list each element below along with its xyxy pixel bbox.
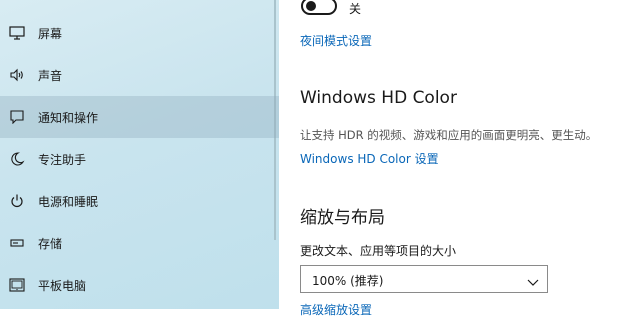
chevron-down-icon: [527, 273, 539, 292]
toggle-state-label: 关: [349, 2, 362, 16]
scale-label: 更改文本、应用等项目的大小: [300, 244, 457, 258]
sidebar-item-label: 屏幕: [38, 26, 63, 41]
sidebar-item-display[interactable]: 屏幕: [0, 12, 279, 54]
night-light-toggle[interactable]: [301, 0, 337, 15]
monitor-icon: [9, 25, 25, 41]
storage-icon: [9, 235, 25, 251]
advanced-scaling-link[interactable]: 高级缩放设置: [300, 301, 372, 318]
sidebar-item-label: 声音: [38, 68, 63, 83]
sidebar-item-power[interactable]: 电源和睡眠: [0, 180, 279, 222]
sidebar-item-notifications[interactable]: 通知和操作: [0, 96, 279, 138]
sidebar-item-sound[interactable]: 声音: [0, 54, 279, 96]
tablet-icon: [9, 277, 25, 293]
scale-section-title: 缩放与布局: [300, 208, 385, 228]
moon-icon: [9, 151, 25, 167]
night-light-settings-link[interactable]: 夜间模式设置: [300, 32, 372, 49]
sidebar-item-label: 专注助手: [38, 152, 87, 167]
sidebar-item-focus-assist[interactable]: 专注助手: [0, 138, 279, 180]
sidebar-item-label: 存储: [38, 236, 63, 251]
sidebar-item-storage[interactable]: 存储: [0, 222, 279, 264]
sidebar-item-label: 通知和操作: [38, 110, 99, 125]
speaker-icon: [9, 67, 25, 83]
scale-dropdown[interactable]: 100% (推荐): [300, 265, 548, 293]
toggle-knob: [306, 1, 316, 11]
sidebar-item-tablet[interactable]: 平板电脑: [0, 264, 279, 306]
sidebar-item-label: 电源和睡眠: [38, 194, 99, 209]
hdr-description: 让支持 HDR 的视频、游戏和应用的画面更明亮、更生动。: [300, 128, 598, 142]
scale-dropdown-value: 100% (推荐): [312, 274, 384, 288]
power-icon: [9, 193, 25, 209]
sidebar-item-label: 平板电脑: [38, 278, 87, 293]
hdr-settings-link[interactable]: Windows HD Color 设置: [300, 150, 439, 167]
hdr-section-title: Windows HD Color: [300, 88, 457, 108]
sidebar: 屏幕 声音 通知和操作 专注助手 电源和睡眠 存储 平板电脑: [0, 0, 279, 309]
notification-icon: [9, 109, 25, 125]
